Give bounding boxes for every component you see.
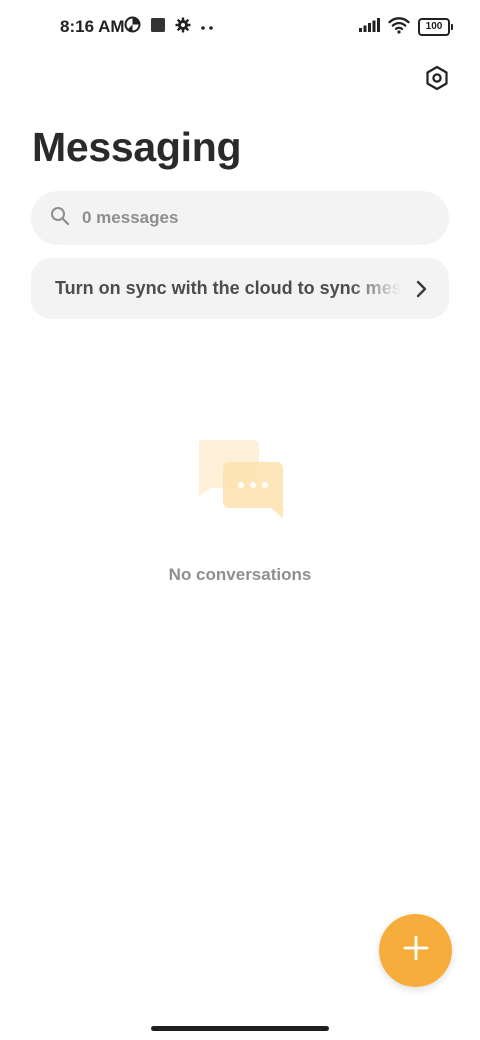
gear-small-icon xyxy=(175,17,191,38)
battery-level: 100 xyxy=(425,21,443,32)
data-saver-icon xyxy=(124,16,141,38)
status-bar: 8:16 AM 100 xyxy=(0,0,480,56)
battery-icon: 100 xyxy=(418,18,453,36)
home-indicator[interactable] xyxy=(151,1026,329,1031)
sync-banner[interactable]: Turn on sync with the cloud to sync mess… xyxy=(31,258,449,319)
new-message-button[interactable] xyxy=(379,914,452,987)
page-title: Messaging xyxy=(32,124,242,170)
chevron-right-icon xyxy=(413,280,429,298)
search-bar[interactable]: 0 messages xyxy=(31,191,449,245)
signal-icon xyxy=(358,17,380,38)
search-icon xyxy=(50,206,70,231)
wifi-icon xyxy=(388,16,410,39)
status-time: 8:16 AM xyxy=(60,17,125,36)
status-right-icons: 100 xyxy=(358,16,453,39)
settings-button[interactable] xyxy=(420,63,454,97)
more-dots-icon xyxy=(200,18,214,36)
chat-bubbles-icon xyxy=(195,438,287,520)
sync-banner-text: Turn on sync with the cloud to sync mess… xyxy=(55,278,401,298)
status-left-icons xyxy=(124,16,214,38)
stop-square-icon xyxy=(150,17,166,38)
settings-hexagon-icon xyxy=(424,65,450,96)
plus-icon xyxy=(402,934,430,967)
search-input[interactable]: 0 messages xyxy=(82,208,178,228)
empty-state-text: No conversations xyxy=(168,565,312,584)
